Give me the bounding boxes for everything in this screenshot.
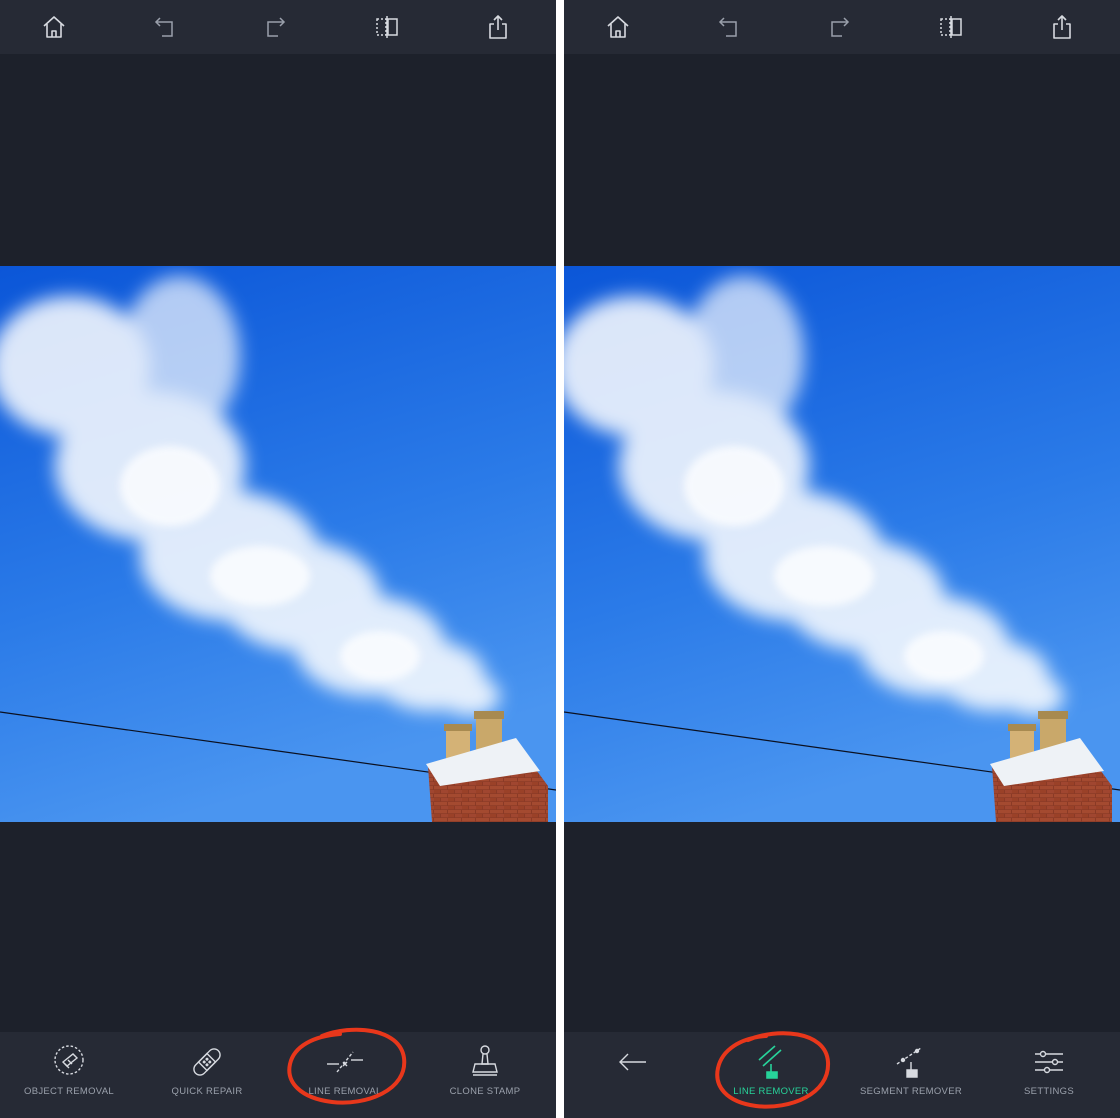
undo-icon[interactable] xyxy=(708,6,750,48)
tool-quick-repair[interactable]: QUICK REPAIR xyxy=(162,1032,252,1118)
top-toolbar xyxy=(564,0,1120,54)
tool-line-removal[interactable]: LINE REMOVAL xyxy=(300,1032,390,1118)
redo-icon[interactable] xyxy=(818,6,860,48)
sliders-icon xyxy=(1027,1040,1071,1084)
compare-icon[interactable] xyxy=(930,6,972,48)
right-screen: LINE REMOVER SEGMENT REMOVER SETTINGS xyxy=(564,0,1120,1118)
share-icon[interactable] xyxy=(1041,6,1083,48)
tool-label: QUICK REPAIR xyxy=(171,1086,243,1097)
object-removal-icon xyxy=(47,1040,91,1084)
left-screen: OBJECT REMOVAL QUICK REPAIR LINE REMOVAL… xyxy=(0,0,556,1118)
photo-canvas[interactable] xyxy=(0,266,556,822)
compare-icon[interactable] xyxy=(366,6,408,48)
tool-label: CLONE STAMP xyxy=(449,1086,521,1097)
redo-icon[interactable] xyxy=(254,6,296,48)
tool-segment-remover[interactable]: SEGMENT REMOVER xyxy=(860,1032,962,1118)
back-button[interactable] xyxy=(608,1032,656,1118)
divider xyxy=(556,0,564,1118)
top-toolbar xyxy=(0,0,556,54)
line-removal-icon xyxy=(323,1040,367,1084)
bandage-icon xyxy=(185,1040,229,1084)
back-arrow-icon xyxy=(610,1040,654,1084)
tool-label: LINE REMOVAL xyxy=(308,1086,382,1097)
photo-canvas[interactable] xyxy=(564,266,1120,822)
undo-icon[interactable] xyxy=(144,6,186,48)
home-icon[interactable] xyxy=(33,6,75,48)
line-remover-icon xyxy=(749,1040,793,1084)
tool-line-remover[interactable]: LINE REMOVER xyxy=(724,1032,818,1118)
tool-label: SEGMENT REMOVER xyxy=(860,1086,962,1097)
segment-remover-icon xyxy=(889,1040,933,1084)
tool-bar: LINE REMOVER SEGMENT REMOVER SETTINGS xyxy=(564,1032,1120,1118)
tool-object-removal[interactable]: OBJECT REMOVAL xyxy=(24,1032,114,1118)
tool-label: OBJECT REMOVAL xyxy=(24,1086,114,1097)
tool-label: LINE REMOVER xyxy=(733,1086,809,1097)
tool-settings[interactable]: SETTINGS xyxy=(1009,1032,1089,1118)
home-icon[interactable] xyxy=(597,6,639,48)
share-icon[interactable] xyxy=(477,6,519,48)
tool-bar: OBJECT REMOVAL QUICK REPAIR LINE REMOVAL… xyxy=(0,1032,556,1118)
stamp-icon xyxy=(463,1040,507,1084)
tool-clone-stamp[interactable]: CLONE STAMP xyxy=(440,1032,530,1118)
tool-label: SETTINGS xyxy=(1024,1086,1074,1097)
